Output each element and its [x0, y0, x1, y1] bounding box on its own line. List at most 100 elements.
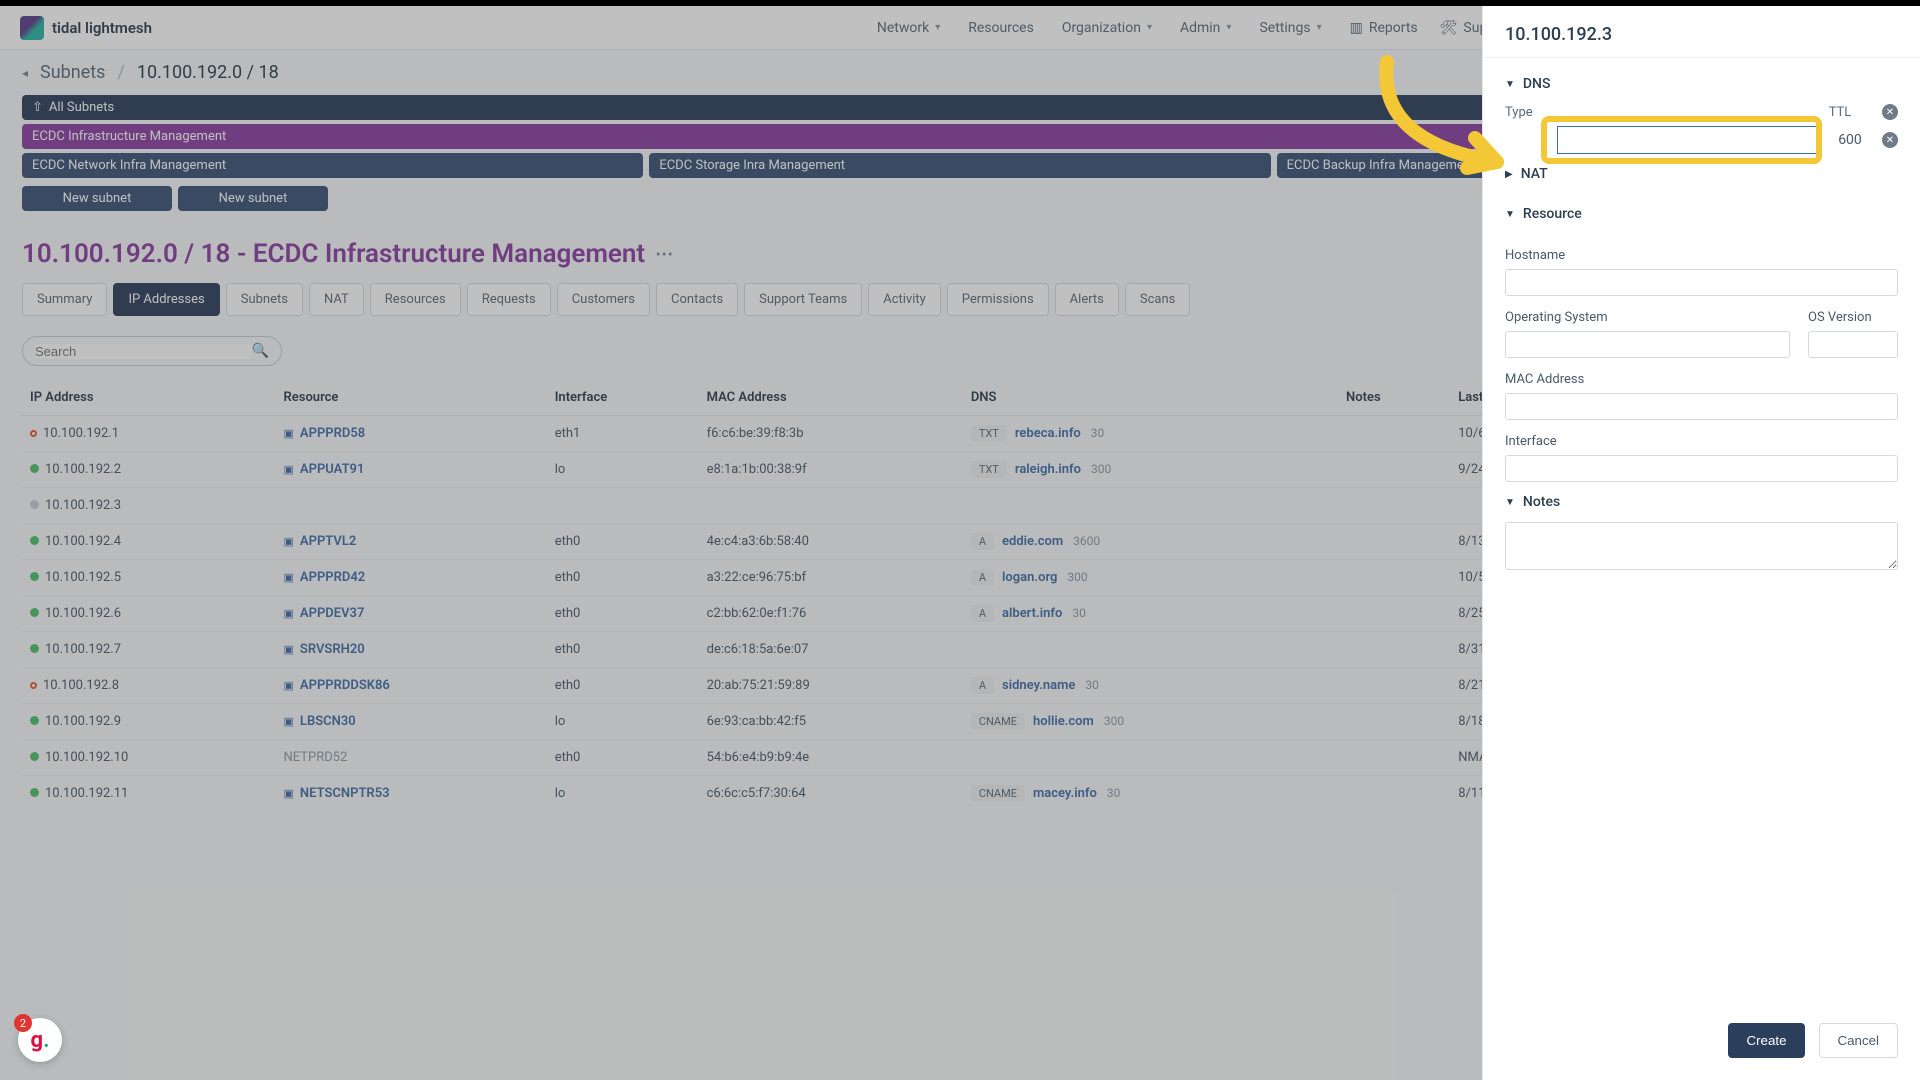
bar-child-1[interactable]: ECDC Network Infra Management [22, 153, 643, 178]
status-dot [30, 536, 39, 545]
chart-icon: ▥ [1350, 20, 1363, 36]
breadcrumb-sep: / [117, 62, 124, 83]
new-subnet-button[interactable]: New subnet [22, 186, 172, 211]
dns-host[interactable]: eddie.com [1002, 534, 1063, 549]
dns-host[interactable]: rebeca.info [1015, 426, 1081, 441]
label-hostname: Hostname [1505, 248, 1898, 263]
tab-alerts[interactable]: Alerts [1055, 283, 1119, 316]
dns-host[interactable]: logan.org [1002, 570, 1057, 585]
status-dot [30, 752, 39, 761]
new-subnet-button-2[interactable]: New subnet [178, 186, 328, 211]
section-resource[interactable]: ▼Resource [1505, 194, 1898, 234]
tab-resources[interactable]: Resources [370, 283, 461, 316]
device-icon: ▣ [284, 463, 294, 476]
tab-nat[interactable]: NAT [309, 283, 364, 316]
section-notes[interactable]: ▼Notes [1505, 482, 1898, 522]
dns-host[interactable]: hollie.com [1033, 714, 1094, 729]
dns-type-chip: TXT [971, 461, 1007, 478]
dns-ttl: 3600 [1073, 534, 1100, 548]
tab-scans[interactable]: Scans [1125, 283, 1190, 316]
breadcrumb-subnets[interactable]: Subnets [40, 62, 105, 83]
status-dot [30, 716, 39, 725]
dns-type-chip: CNAME [971, 785, 1025, 802]
dns-ttl: 30 [1085, 678, 1099, 692]
device-icon: ▣ [284, 571, 294, 584]
up-icon: ⇧ [32, 100, 43, 115]
resource-link[interactable]: APPTVL2 [300, 534, 356, 549]
resource-link[interactable]: NETSCNPTR53 [300, 786, 390, 801]
device-icon: ▣ [284, 427, 294, 440]
tab-requests[interactable]: Requests [467, 283, 551, 316]
tab-activity[interactable]: Activity [868, 283, 941, 316]
remove-dns-icon[interactable]: ✕ [1882, 104, 1898, 120]
status-dot [30, 572, 39, 581]
dns-ttl: 30 [1107, 786, 1121, 800]
dns-type-chip: A [971, 605, 994, 622]
hostname-input[interactable] [1505, 269, 1898, 296]
tab-subnets[interactable]: Subnets [226, 283, 303, 316]
assistant-icon: g. [31, 1028, 50, 1053]
dns-header-row: Type TTL ✕ [1505, 104, 1898, 120]
search-box[interactable]: 🔍 [22, 336, 282, 366]
tab-permissions[interactable]: Permissions [947, 283, 1049, 316]
device-icon: ▣ [284, 535, 294, 548]
bar-child-2[interactable]: ECDC Storage Inra Management [649, 153, 1270, 178]
dns-ttl: 300 [1067, 570, 1087, 584]
device-icon: ▣ [284, 679, 294, 692]
section-nat[interactable]: ▶NAT [1505, 154, 1898, 194]
dns-host[interactable]: raleigh.info [1015, 462, 1081, 477]
dns-type-chip: CNAME [971, 713, 1025, 730]
iface-input[interactable] [1505, 455, 1898, 482]
resource-link[interactable]: APPPRD58 [300, 426, 365, 441]
col-header: IP Address [22, 380, 276, 416]
triangle-down-icon: ▼ [1505, 79, 1515, 90]
col-header: Resource [276, 380, 547, 416]
panel-title: 10.100.192.3 [1483, 6, 1920, 58]
section-dns[interactable]: ▼DNS [1505, 64, 1898, 104]
search-icon: 🔍 [252, 343, 269, 359]
resource-link[interactable]: APPPRD42 [300, 570, 365, 585]
resource-link[interactable]: LBSCN30 [300, 714, 356, 729]
tab-summary[interactable]: Summary [22, 283, 107, 316]
search-input[interactable] [35, 344, 252, 359]
logo-mark [20, 16, 44, 40]
back-icon[interactable]: ◂ [22, 66, 28, 80]
label-os: Operating System [1505, 310, 1790, 325]
tab-contacts[interactable]: Contacts [656, 283, 738, 316]
nav-resources[interactable]: Resources [968, 20, 1034, 36]
mac-input[interactable] [1505, 393, 1898, 420]
nav-network[interactable]: Network▾ [877, 20, 940, 36]
dns-value-input[interactable] [1557, 126, 1818, 154]
chevron-down-icon: ▾ [1226, 22, 1231, 33]
tab-ip-addresses[interactable]: IP Addresses [113, 283, 219, 316]
nav-links: Network▾ Resources Organization▾ Admin▾ … [877, 20, 1322, 36]
triangle-right-icon: ▶ [1505, 169, 1513, 180]
resource-link[interactable]: APPPRDDSK86 [300, 678, 390, 693]
nav-reports[interactable]: ▥Reports [1350, 20, 1418, 36]
notes-textarea[interactable] [1505, 522, 1898, 570]
os-input[interactable] [1505, 331, 1790, 358]
tab-customers[interactable]: Customers [557, 283, 650, 316]
wrench-icon: 🛠 [1440, 20, 1458, 36]
remove-dns-row-icon[interactable]: ✕ [1882, 132, 1898, 148]
more-icon[interactable]: ⋯ [655, 244, 673, 265]
col-header: MAC Address [699, 380, 963, 416]
osver-input[interactable] [1808, 331, 1898, 358]
device-icon: ▣ [284, 607, 294, 620]
assistant-bubble[interactable]: 2 g. [18, 1018, 62, 1062]
logo[interactable]: tidal lightmesh [20, 16, 152, 40]
nav-organization[interactable]: Organization▾ [1062, 20, 1152, 36]
dns-host[interactable]: albert.info [1002, 606, 1062, 621]
dns-host[interactable]: sidney.name [1002, 678, 1075, 693]
label-osver: OS Version [1808, 310, 1898, 325]
resource-link[interactable]: APPUAT91 [300, 462, 365, 477]
nav-admin[interactable]: Admin▾ [1180, 20, 1231, 36]
create-button[interactable]: Create [1728, 1023, 1804, 1058]
dns-host[interactable]: macey.info [1033, 786, 1097, 801]
cancel-button[interactable]: Cancel [1819, 1023, 1899, 1058]
nav-settings[interactable]: Settings▾ [1259, 20, 1321, 36]
tab-support-teams[interactable]: Support Teams [744, 283, 862, 316]
resource-link[interactable]: SRVSRH20 [300, 642, 365, 657]
resource-link[interactable]: APPDEV37 [300, 606, 364, 621]
chevron-down-icon: ▾ [1317, 22, 1322, 33]
